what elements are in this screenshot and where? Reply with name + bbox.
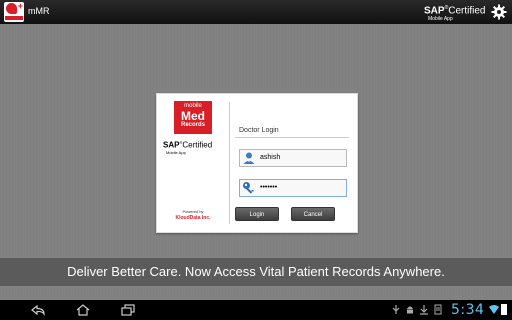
sap-subtext: Mobile App — [428, 16, 453, 23]
login-title: Doctor Login — [239, 127, 279, 134]
login-dialog: mobile Med Records SAP®Certified Mobile … — [156, 93, 358, 233]
battery-icon — [501, 304, 507, 315]
clock: 5:34 — [451, 302, 485, 318]
app-logo-icon[interactable]: + — [4, 2, 24, 22]
download-icon — [420, 305, 428, 315]
company-name: KloudData Inc. — [175, 215, 211, 221]
main-area: mobile Med Records SAP®Certified Mobile … — [0, 24, 512, 300]
sap-certified-badge: SAP®Certified Mobile App — [424, 5, 486, 23]
password-value: ••••••• — [260, 184, 278, 191]
user-icon — [243, 152, 255, 164]
cancel-button[interactable]: Cancel — [291, 207, 335, 221]
tagline-text: Deliver Better Care. Now Access Vital Pa… — [67, 264, 445, 279]
android-icon — [407, 306, 413, 314]
action-bar: + mMR SAP®Certified Mobile App — [0, 0, 512, 24]
notification-icon — [434, 304, 442, 315]
mobile-med-records-logo: mobile Med Records — [174, 101, 212, 134]
powered-by-label: Powered by — [182, 209, 204, 214]
system-bar: 5:34 — [0, 300, 512, 320]
login-button[interactable]: Login — [235, 207, 279, 221]
back-icon[interactable] — [30, 303, 46, 317]
sap-brand: SAP — [424, 5, 445, 17]
branding-panel: mobile Med Records SAP®Certified Mobile … — [157, 94, 229, 232]
recent-apps-icon[interactable] — [120, 303, 136, 317]
title-divider — [235, 137, 349, 138]
gear-icon[interactable] — [491, 4, 507, 20]
sap-certified-logo: SAP®Certified Mobile App — [163, 140, 213, 155]
key-icon — [243, 182, 254, 194]
home-icon[interactable] — [75, 303, 91, 317]
sap-certified-text: Certified — [448, 5, 486, 17]
wifi-icon — [489, 305, 499, 314]
divider — [229, 102, 230, 224]
username-value: ashish — [260, 154, 281, 161]
password-field[interactable]: ••••••• — [239, 179, 347, 197]
app-title: mMR — [28, 6, 50, 16]
username-field[interactable]: ashish — [239, 149, 347, 167]
usb-debug-icon — [392, 305, 400, 314]
